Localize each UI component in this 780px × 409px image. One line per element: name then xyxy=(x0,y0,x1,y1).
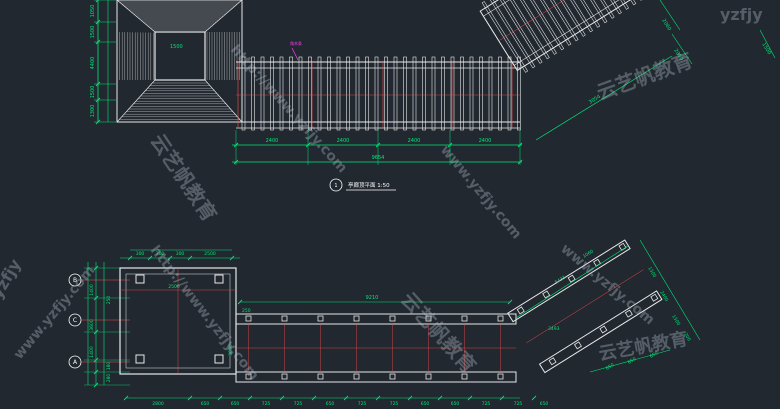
ramp-column xyxy=(516,306,525,315)
corridor-column xyxy=(389,373,396,380)
bottom-dimension-label: 650 xyxy=(421,401,430,407)
bottom-dimension-label: 650 xyxy=(231,401,240,407)
bottom-dimension-label: 650 xyxy=(201,401,210,407)
ramp-column xyxy=(599,325,608,334)
ramp-column xyxy=(650,293,659,302)
grid-axis-label: A xyxy=(73,359,78,366)
grid-axis-label: C xyxy=(73,317,77,324)
roof-hip-line xyxy=(116,79,156,123)
cad-drawing-canvas[interactable]: 105015004400150013001500角木条305420602050 1… xyxy=(0,0,780,409)
ramp-dimension-label: 3493 xyxy=(548,326,560,332)
ramp-slat xyxy=(488,0,536,69)
pavilion-column xyxy=(135,274,145,284)
magenta-callout-label: 角木条 xyxy=(290,40,302,46)
left-dimension-label: 250 xyxy=(106,296,112,305)
corridor-column xyxy=(317,315,324,322)
bottom-dimension-label: 2400 xyxy=(337,138,350,144)
top-roof-plan: 105015004400150013001500角木条305420602050 1… xyxy=(90,0,776,192)
pavilion-column xyxy=(135,354,145,364)
right-dimension-label: 1300 xyxy=(646,266,657,279)
corridor-column xyxy=(317,373,324,380)
corridor-column xyxy=(353,373,360,380)
watermark-text: www.yzfjy.com xyxy=(437,142,525,242)
corridor-column xyxy=(461,315,468,322)
bottom-dimension-label: 650 xyxy=(326,401,335,407)
ramp-pergola-inner xyxy=(482,0,642,66)
dimension-tick xyxy=(531,395,537,401)
bottom-dimension-label: 725 xyxy=(262,401,271,407)
left-dimension-label: 1400 xyxy=(89,284,95,296)
watermark-text: 云艺帆教育 xyxy=(597,328,689,365)
right-dimension-label: 1300 xyxy=(670,314,681,327)
ramp-slat xyxy=(510,0,557,55)
ramp-slat xyxy=(524,0,572,46)
ramp-pergola-group xyxy=(479,0,646,73)
corridor-column xyxy=(281,373,288,380)
watermark-text: 云艺帆教育 xyxy=(146,129,222,225)
left-dimension-label: 1400 xyxy=(89,346,95,358)
bottom-dimension-label: 725 xyxy=(514,401,523,407)
ramp-column xyxy=(548,357,557,366)
drawing-caption-label: 亭廊顶平面 1:50 xyxy=(348,181,390,189)
corridor-column xyxy=(497,373,504,380)
watermark-text: www.yzfjy.com xyxy=(11,263,99,363)
watermark-text: 云艺帆教育 xyxy=(594,48,696,105)
ramp-dimension-label: 2060 xyxy=(660,18,672,32)
corridor-column xyxy=(245,315,252,322)
bottom-dimension-label: 725 xyxy=(390,401,399,407)
side-dimension-label: 250 xyxy=(242,308,251,314)
bottom-dimension-label: 2800 xyxy=(152,401,164,407)
left-dimension-label: 1500 xyxy=(90,86,96,99)
corridor-column xyxy=(425,373,432,380)
bottom-dimension-label: 2400 xyxy=(479,138,492,144)
corridor-column xyxy=(281,315,288,322)
ramp-dimension-label: 1500 xyxy=(760,42,772,56)
top-dimension-label: 2500 xyxy=(204,251,216,257)
bottom-dimension-label: 2400 xyxy=(266,138,279,144)
left-dimension-label: 1500 xyxy=(90,26,96,39)
bottom-dimension-label: 725 xyxy=(294,401,303,407)
corridor-top-beam xyxy=(235,313,517,325)
bottom-dimension-label: 650 xyxy=(540,401,549,407)
left-dimension-label: 4400 xyxy=(90,57,96,70)
pavilion-column xyxy=(214,274,224,284)
pavilion-column xyxy=(214,354,224,364)
top-dimension-label: 300 xyxy=(136,251,145,257)
left-dimension-label: 3600 xyxy=(89,319,95,331)
main-length-label: 9210 xyxy=(366,295,379,301)
bottom-dimension-label: 2400 xyxy=(408,138,421,144)
corridor-bottom-beam xyxy=(235,371,517,383)
bottom-dimension-label: 725 xyxy=(358,401,367,407)
ramp-dimension-label: 5433 xyxy=(554,274,567,285)
left-dimension-label: 1050 xyxy=(90,5,96,18)
ramp-slat xyxy=(503,0,550,60)
ramp-slat xyxy=(546,0,593,33)
skylight-dimension-label: 1500 xyxy=(170,44,183,50)
drawing-number-label: 1 xyxy=(334,183,337,189)
bottom-dimension-label: 650 xyxy=(451,401,460,407)
top-dimension-label: 300 xyxy=(176,251,185,257)
roof-hip-line xyxy=(204,79,243,123)
watermark-text: 云艺帆教育 xyxy=(396,287,481,377)
ramp-slat xyxy=(575,0,622,15)
corridor-column xyxy=(389,315,396,322)
pavilion-skylight xyxy=(154,31,206,81)
left-dimension-label: 280 xyxy=(106,374,112,383)
total-dimension-label: 9654 xyxy=(372,155,385,161)
left-dimension-label: 1300 xyxy=(90,105,96,118)
corridor-column xyxy=(353,315,360,322)
ramp-column xyxy=(573,341,582,350)
watermark-text: yzfjy xyxy=(0,255,25,302)
watermark-text: yzfjy xyxy=(720,5,763,24)
magenta-leader-line xyxy=(291,47,299,61)
left-dimension-label: 180 xyxy=(106,362,112,371)
corridor-column xyxy=(497,315,504,322)
bottom-dimension-label: 725 xyxy=(482,401,491,407)
watermark-layer: www.yzfjy.com云艺帆教育yzfjyhttp://www.yzfjy.… xyxy=(0,5,763,383)
